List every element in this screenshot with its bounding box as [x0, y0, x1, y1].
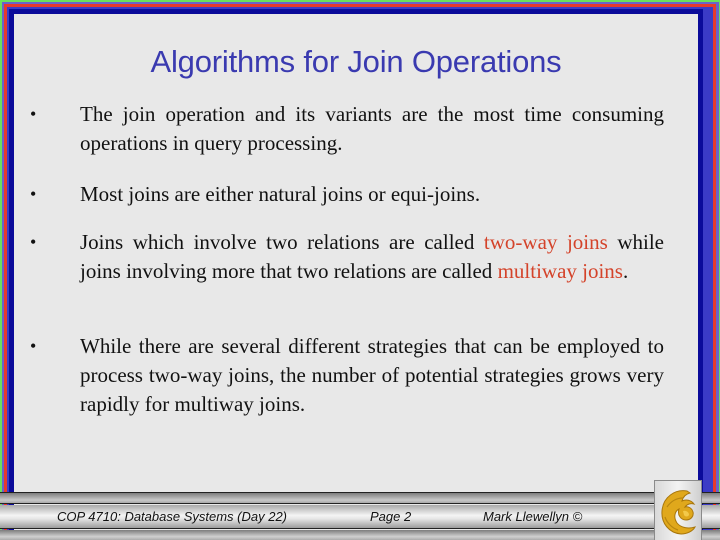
bullet-text: While there are several different strate…	[80, 332, 664, 419]
bullet-text: The join operation and its variants are …	[80, 100, 664, 158]
pegasus-logo-icon	[661, 490, 696, 535]
highlighted-term: multiway joins	[497, 259, 623, 283]
bullet-item: • While there are several different stra…	[30, 332, 664, 419]
bullet-text-run: Joins which involve two relations are ca…	[80, 230, 484, 254]
slide-title: Algorithms for Join Operations	[150, 44, 562, 79]
footer-bar-bottom	[0, 530, 720, 540]
bullet-item: • The join operation and its variants ar…	[30, 100, 664, 158]
bullet-item: • Most joins are either natural joins or…	[30, 180, 664, 209]
slide: Algorithms for Join Operations • The joi…	[0, 0, 720, 540]
logo-box	[654, 480, 702, 540]
bullet-text-run: The join operation and its variants are …	[80, 102, 664, 155]
footer-course: COP 4710: Database Systems (Day 22)	[57, 509, 288, 524]
bullet-item: • Joins which involve two relations are …	[30, 228, 664, 286]
bullet-dot: •	[30, 104, 37, 124]
bullet-dot: •	[30, 184, 37, 204]
footer-bar-top	[0, 493, 720, 504]
bullet-text: Joins which involve two relations are ca…	[80, 228, 664, 286]
bullet-text-run: Most joins are either natural joins or e…	[80, 182, 481, 206]
bullet-text: Most joins are either natural joins or e…	[80, 180, 664, 209]
highlighted-term: two-way joins	[483, 230, 608, 254]
footer-page-number: Page 2	[370, 509, 412, 524]
bullet-text-run: .	[622, 259, 629, 283]
bullet-dot: •	[30, 336, 37, 356]
bullet-text-run: While there are several different strate…	[80, 334, 664, 416]
footer-author: Mark Llewellyn ©	[483, 509, 583, 524]
footer-bar: COP 4710: Database Systems (Day 22) Page…	[0, 492, 720, 540]
slide-content: Algorithms for Join Operations • The joi…	[14, 14, 698, 540]
bullet-dot: •	[30, 232, 37, 252]
